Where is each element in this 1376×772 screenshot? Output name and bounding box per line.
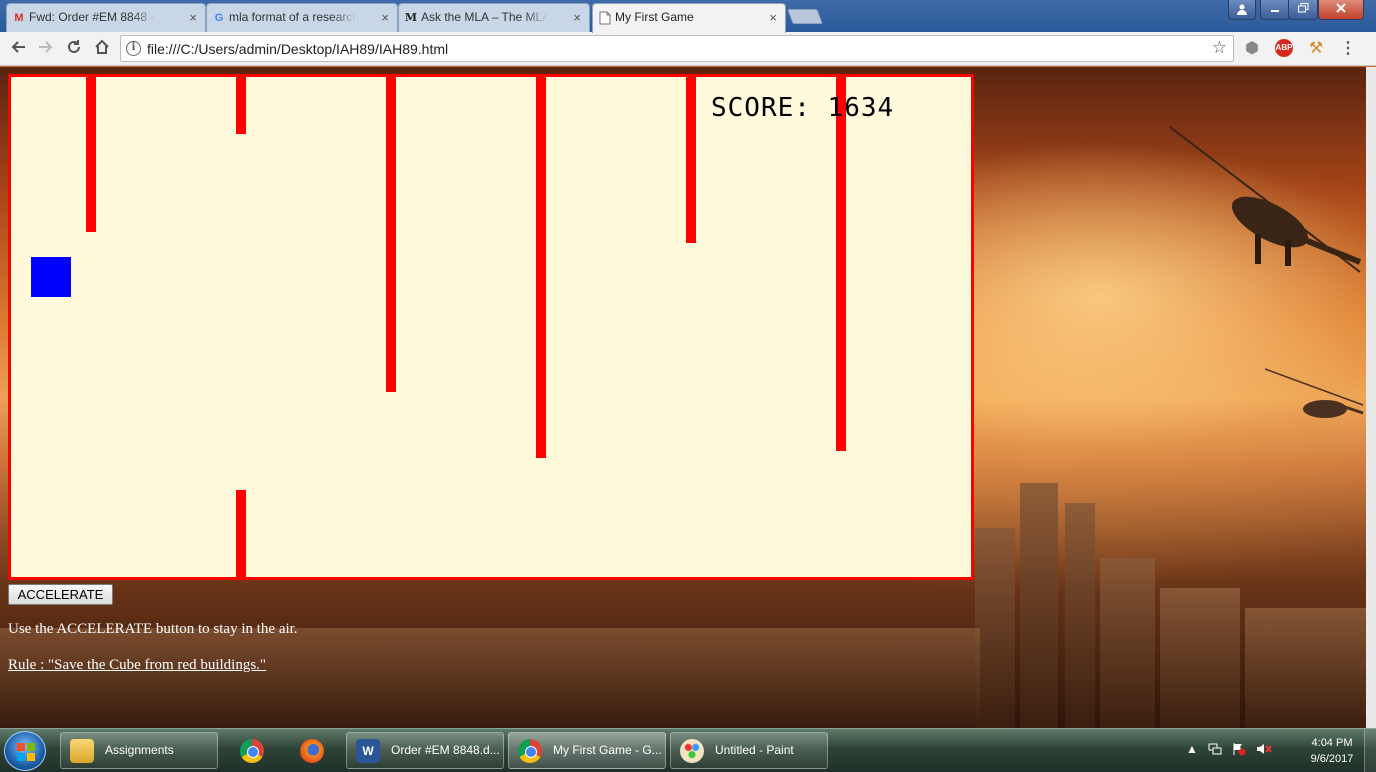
windows-logo-icon [17, 743, 35, 761]
taskbar-item-word[interactable]: W Order #EM 8848.d... [346, 732, 504, 769]
taskbar-label: Assignments [105, 743, 174, 757]
back-icon[interactable] [6, 37, 30, 61]
gmail-icon: M [14, 12, 24, 24]
page-scrollbar[interactable] [1366, 67, 1376, 728]
tab-gmail[interactable]: M Fwd: Order #EM 8848 - h × [6, 3, 206, 32]
city-building [975, 528, 1015, 728]
shield-icon[interactable]: ⬢ [1242, 39, 1262, 59]
close-window-icon[interactable] [1318, 0, 1364, 20]
obstacle-bottom [236, 490, 246, 577]
browser-toolbar: i file:///C:/Users/admin/Desktop/IAH89/I… [0, 32, 1376, 66]
obstacle-top [86, 77, 96, 232]
obstacle-top [236, 77, 246, 134]
info-icon[interactable]: i [126, 41, 141, 56]
instructions-text: Use the ACCELERATE button to stay in the… [8, 621, 298, 637]
close-tab-icon[interactable]: × [189, 4, 197, 31]
score-display: SCORE: 1634 [711, 93, 895, 123]
helicopter-icon [1265, 368, 1364, 418]
player-cube [31, 257, 71, 297]
reload-icon[interactable] [62, 37, 86, 61]
city-skyline [0, 628, 980, 728]
taskbar-item-paint[interactable]: Untitled - Paint [670, 732, 828, 769]
obstacle-top [536, 77, 546, 458]
tab-google[interactable]: G mla format of a research × [206, 3, 398, 32]
city-building [1065, 503, 1095, 728]
chrome-icon [518, 739, 542, 763]
close-tab-icon[interactable]: × [769, 4, 777, 31]
helicopter-icon [1169, 126, 1362, 273]
tab-mla[interactable]: M Ask the MLA – The MLA × [398, 3, 590, 32]
profile-icon[interactable] [1228, 0, 1256, 20]
start-button[interactable] [4, 731, 46, 771]
adblock-icon[interactable]: ABP [1275, 39, 1293, 57]
clock[interactable]: 4:04 PM 9/6/2017 [1302, 735, 1362, 767]
taskbar: Assignments W Order #EM 8848.d... My Fir… [0, 728, 1376, 772]
clock-date: 9/6/2017 [1310, 753, 1354, 765]
rule-text: Rule : "Save the Cube from red buildings… [8, 657, 267, 673]
close-tab-icon[interactable]: × [381, 4, 389, 31]
city-building [1245, 608, 1366, 728]
obstacle-top [686, 77, 696, 243]
taskbar-item-assignments[interactable]: Assignments [60, 732, 218, 769]
chrome-icon [240, 739, 264, 763]
forward-icon[interactable] [34, 37, 58, 61]
page-icon [598, 11, 612, 25]
tab-title: Ask the MLA – The MLA [421, 10, 549, 24]
tool-icon[interactable]: ⚒ [1306, 39, 1326, 59]
firefox-icon [300, 739, 324, 763]
word-icon: W [356, 739, 380, 763]
network-icon[interactable] [1208, 742, 1222, 759]
bookmark-star-icon[interactable]: ☆ [1212, 38, 1227, 58]
tab-title: Fwd: Order #EM 8848 - h [29, 10, 157, 24]
restore-icon[interactable] [1288, 0, 1318, 20]
accelerate-button[interactable]: ACCELERATE [8, 584, 113, 605]
tab-title: mla format of a research [229, 10, 357, 24]
google-icon: G [214, 12, 224, 24]
minimize-icon[interactable] [1260, 0, 1290, 20]
game-canvas[interactable]: SCORE: 1634 [8, 74, 974, 580]
taskbar-item-firefox[interactable] [286, 732, 338, 769]
taskbar-item-chrome[interactable] [226, 732, 278, 769]
city-building [1020, 483, 1058, 728]
clock-time: 4:04 PM [1311, 737, 1353, 749]
mla-icon: M [404, 11, 418, 24]
close-tab-icon[interactable]: × [573, 4, 581, 31]
obstacle-top [836, 77, 846, 451]
tab-my-first-game[interactable]: My First Game × [592, 3, 786, 33]
taskbar-label: My First Game - G... [553, 743, 662, 757]
address-bar[interactable]: i file:///C:/Users/admin/Desktop/IAH89/I… [120, 35, 1234, 62]
paint-icon [680, 739, 704, 763]
tab-strip: M Fwd: Order #EM 8848 - h × G mla format… [0, 0, 1376, 33]
action-center-icon[interactable] [1232, 742, 1246, 759]
new-tab-button[interactable] [787, 9, 823, 24]
show-hidden-icons-icon[interactable]: ▲ [1186, 742, 1198, 756]
home-icon[interactable] [90, 37, 114, 61]
tab-title: My First Game [615, 10, 694, 24]
city-building [1100, 558, 1155, 728]
obstacle-top [386, 77, 396, 392]
taskbar-label: Order #EM 8848.d... [391, 743, 500, 757]
volume-muted-icon[interactable] [1256, 742, 1272, 759]
city-building [1160, 588, 1240, 728]
taskbar-item-my-first-game[interactable]: My First Game - G... [508, 732, 666, 769]
folder-icon [70, 739, 94, 763]
show-desktop-button[interactable] [1364, 729, 1376, 772]
menu-icon[interactable]: ⋮ [1338, 39, 1358, 59]
taskbar-label: Untitled - Paint [715, 743, 794, 757]
url-text[interactable]: file:///C:/Users/admin/Desktop/IAH89/IAH… [147, 41, 448, 57]
